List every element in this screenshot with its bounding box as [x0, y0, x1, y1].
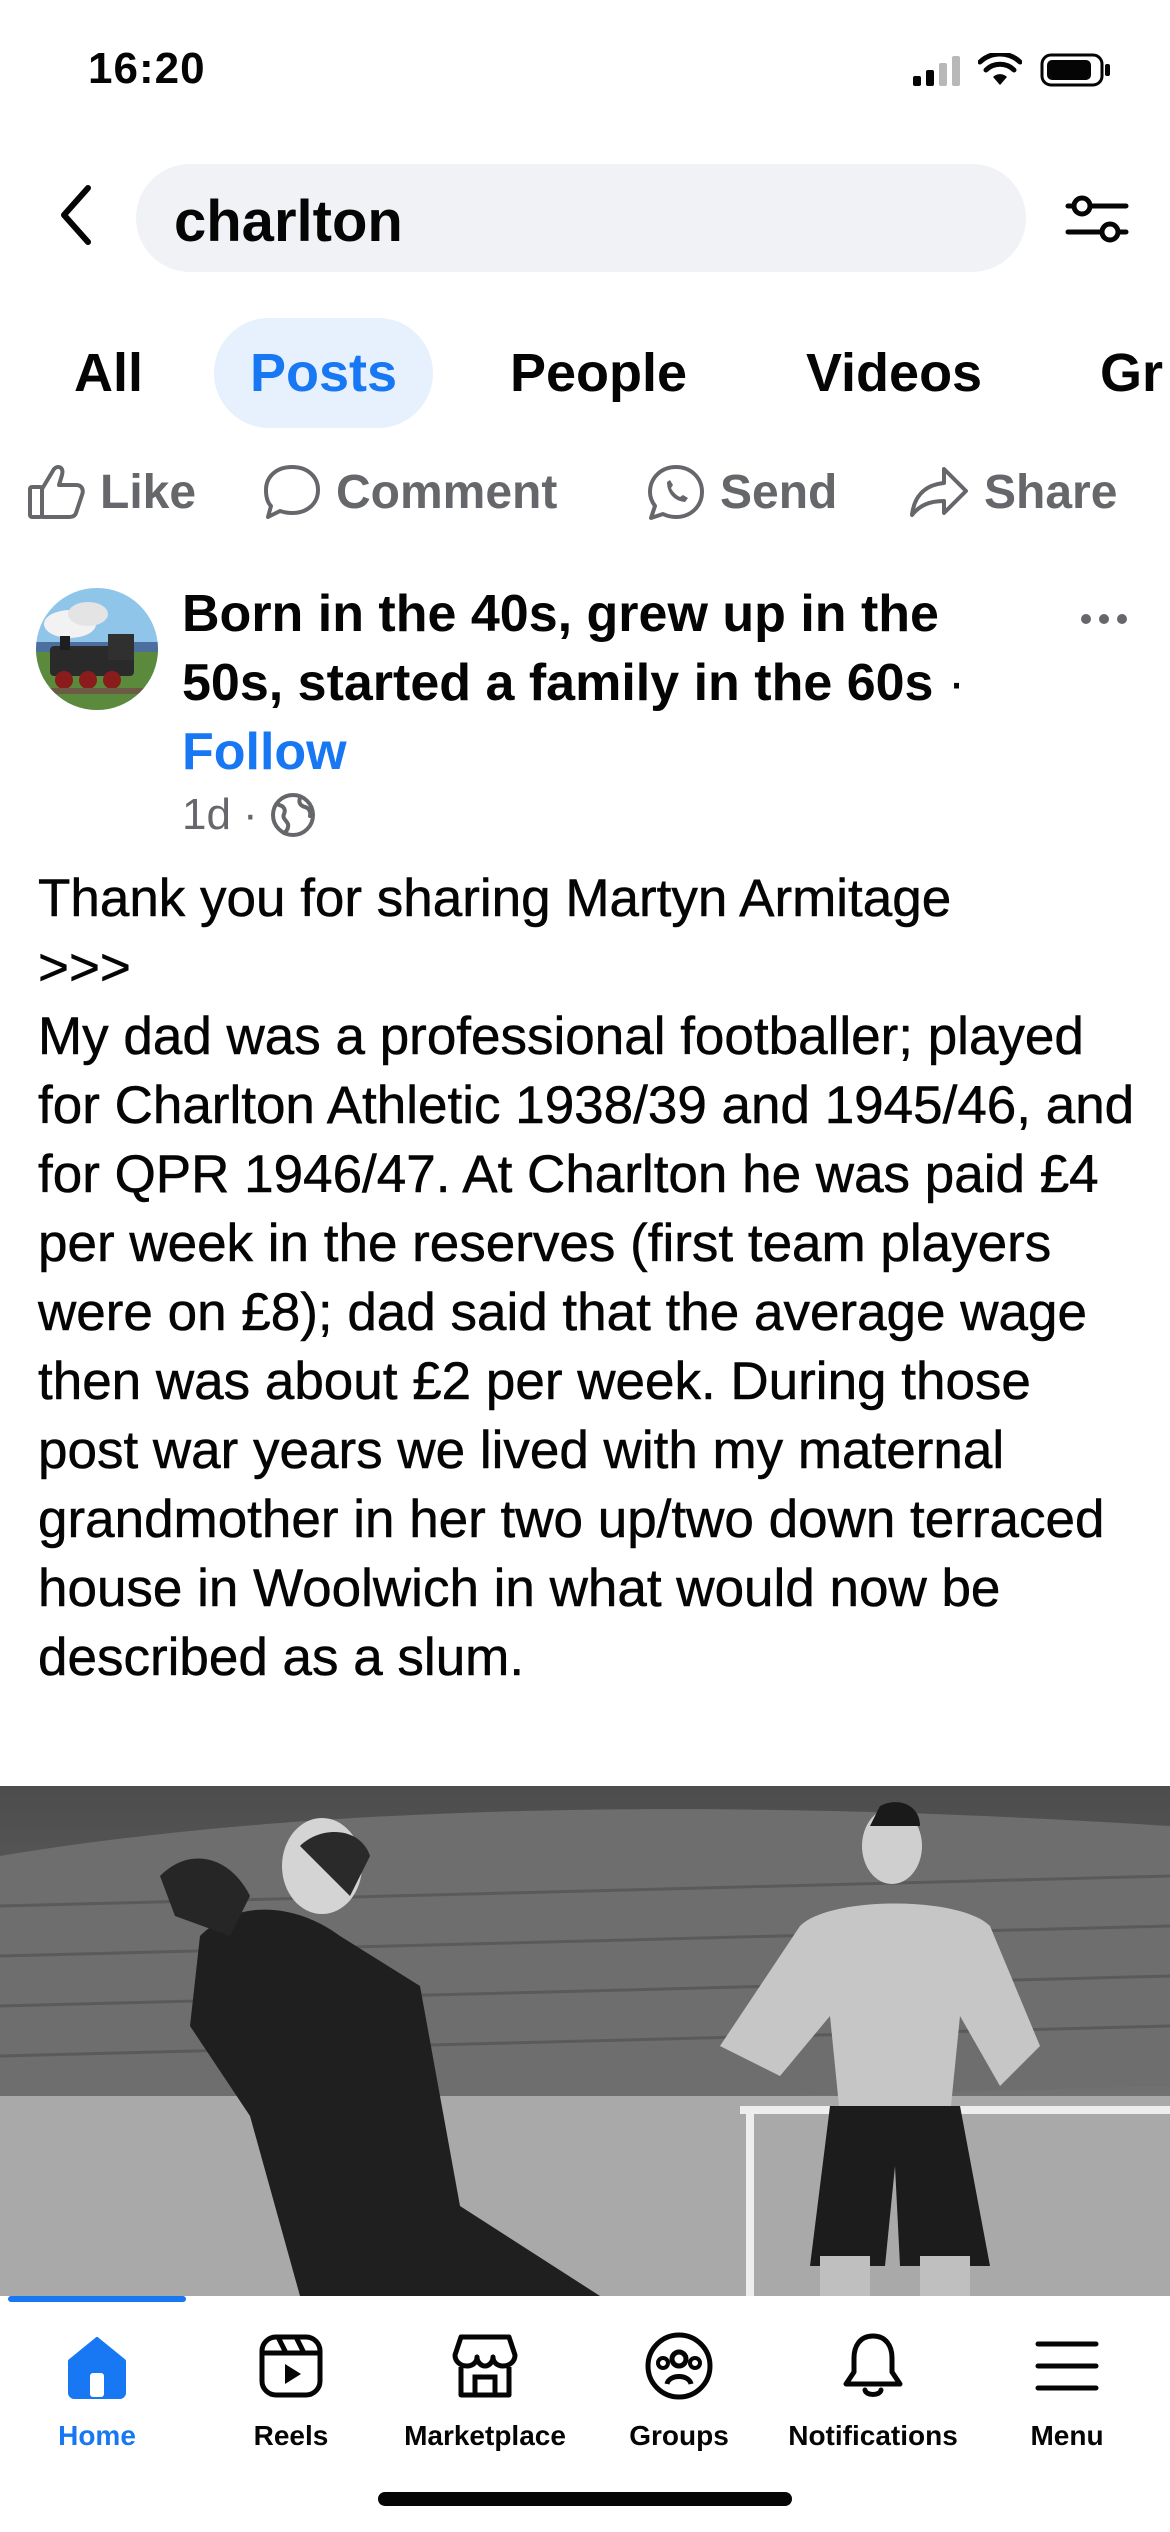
active-tab-indicator	[8, 2296, 186, 2302]
back-button[interactable]	[46, 180, 106, 250]
thumbs-up-icon	[28, 465, 85, 519]
post-text-line: Thank you for sharing Martyn Armitage	[38, 869, 952, 929]
tab-people[interactable]: People	[510, 318, 687, 428]
whatsapp-icon	[648, 465, 704, 520]
football-photo-image	[0, 1786, 1170, 2296]
nav-reels[interactable]: Reels	[194, 2326, 388, 2476]
tab-posts[interactable]: Posts	[214, 318, 434, 428]
marketplace-icon	[452, 2334, 518, 2398]
page-name-link[interactable]: Born in the 40s, grew up in the 50s, sta…	[182, 585, 939, 712]
battery-icon	[1040, 53, 1110, 87]
nav-home[interactable]: Home	[0, 2326, 194, 2476]
more-dot-icon	[1081, 614, 1091, 624]
send-label: Send	[720, 465, 838, 519]
tab-videos[interactable]: Videos	[806, 318, 982, 428]
home-icon	[68, 2337, 126, 2399]
more-dot-icon	[1099, 614, 1109, 624]
reels-icon	[259, 2334, 323, 2398]
nav-menu-label: Menu	[1030, 2420, 1104, 2451]
tab-groups[interactable]: Gr	[1100, 318, 1163, 428]
post-text: Thank you for sharing Martyn Armitage >>…	[38, 864, 1138, 1692]
nav-home-label: Home	[58, 2420, 136, 2451]
cellular-signal-icon	[913, 54, 960, 86]
post-text-line: >>>	[38, 938, 131, 998]
post-timestamp[interactable]: 1d	[182, 790, 231, 840]
tab-all[interactable]: All	[74, 318, 143, 428]
title-separator: ·	[933, 654, 966, 712]
post-photo[interactable]	[0, 1786, 1170, 2296]
status-icons	[913, 52, 1112, 88]
like-button[interactable]: Like	[26, 452, 196, 532]
send-button[interactable]: Send	[646, 452, 837, 532]
post-text-paragraph: My dad was a professional footballer; pl…	[38, 1007, 1149, 1688]
nav-menu[interactable]: Menu	[970, 2326, 1164, 2476]
search-input[interactable]: charlton	[136, 164, 1026, 272]
nav-notifications-label: Notifications	[788, 2420, 958, 2451]
post-action-bar: Like Comment Send Share	[0, 452, 1170, 532]
more-dot-icon	[1117, 614, 1127, 624]
nav-reels-label: Reels	[253, 2420, 329, 2451]
home-indicator	[378, 2492, 792, 2506]
search-query-text: charlton	[174, 189, 403, 254]
globe-icon	[270, 793, 315, 837]
nav-marketplace[interactable]: Marketplace	[388, 2326, 582, 2476]
nav-notifications[interactable]: Notifications	[776, 2326, 970, 2476]
bell-icon	[843, 2333, 903, 2397]
search-filter-tabs: All Posts People Videos Gr	[0, 318, 1170, 430]
search-header: charlton	[0, 160, 1170, 272]
share-label: Share	[984, 465, 1118, 519]
share-button[interactable]: Share	[908, 452, 1117, 532]
status-time: 16:20	[88, 44, 206, 93]
follow-button[interactable]: Follow	[182, 723, 347, 781]
like-label: Like	[100, 465, 197, 519]
share-arrow-icon	[910, 467, 968, 517]
comment-bubble-icon	[264, 465, 320, 519]
filter-button[interactable]	[1064, 186, 1130, 252]
post-author-line: Born in the 40s, grew up in the 50s, sta…	[182, 580, 1042, 787]
comment-label: Comment	[336, 465, 558, 519]
status-bar: 16:20	[0, 0, 1170, 150]
chevron-left-icon	[61, 185, 91, 245]
groups-icon	[645, 2332, 713, 2400]
steam-train-image	[36, 588, 158, 710]
meta-separator: ·	[242, 790, 258, 839]
post-more-options-button[interactable]	[1074, 604, 1134, 634]
nav-marketplace-label: Marketplace	[404, 2420, 566, 2451]
menu-icon	[1035, 2341, 1099, 2391]
page-avatar[interactable]	[36, 588, 158, 710]
post-meta: 1d ·	[182, 790, 316, 840]
nav-groups[interactable]: Groups	[582, 2326, 776, 2476]
nav-groups-label: Groups	[629, 2420, 729, 2451]
wifi-icon	[978, 53, 1022, 85]
comment-button[interactable]: Comment	[262, 452, 557, 532]
filter-sliders-icon	[1065, 195, 1129, 243]
